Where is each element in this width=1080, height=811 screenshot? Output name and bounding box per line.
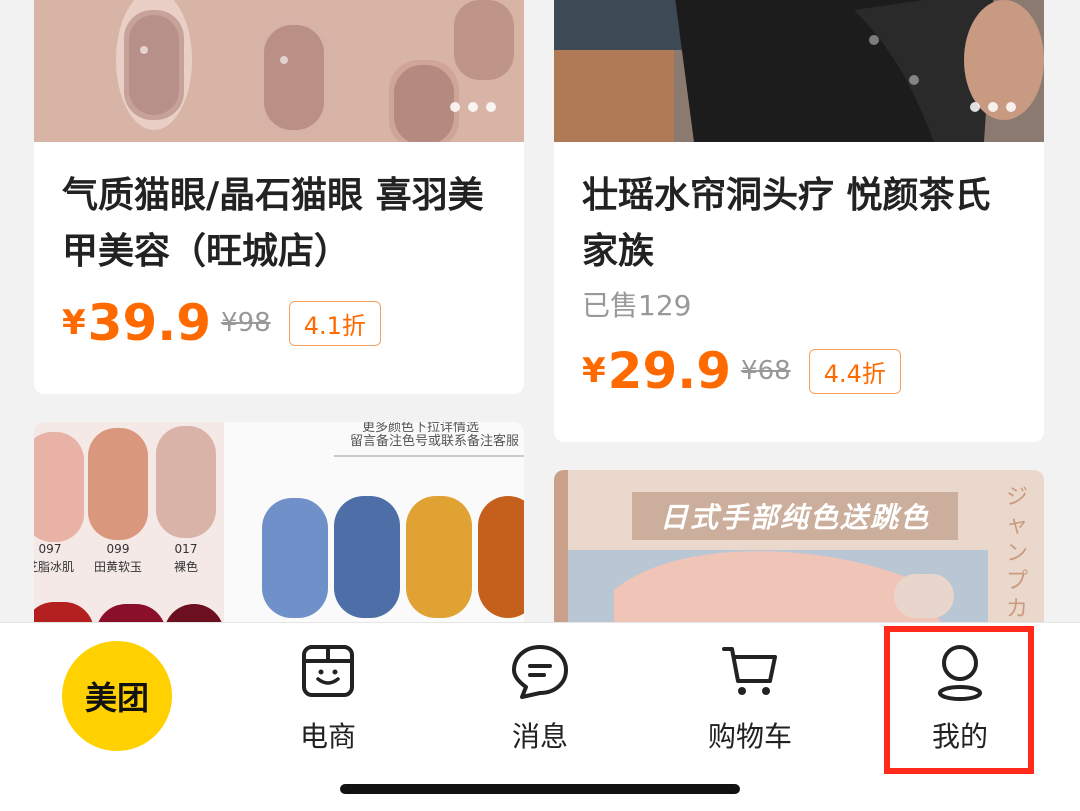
promo-banner: 日式手部纯色送跳色 — [632, 492, 958, 540]
product-card-3[interactable]: 更多颜色下拉详情选 留言备注色号或联系备注客服 097 芝脂冰肌 099 田黄软… — [34, 422, 524, 642]
product-title: 壮瑶水帘洞头疗 悦颜茶氏家族 — [582, 175, 991, 272]
swatch-photo — [34, 422, 524, 642]
sale-price: 29.9 — [607, 342, 732, 400]
carousel-dots — [450, 102, 496, 112]
product-title: 气质猫眼/晶石猫眼 喜羽美甲美容（旺城店） — [62, 175, 484, 272]
tab-label: 购物车 — [707, 720, 792, 753]
side-japanese-text: ジャンプカ — [1006, 485, 1029, 622]
product-card-1[interactable]: 气质猫眼/晶石猫眼 喜羽美甲美容（旺城店） ¥ 39.9 ¥98 4.1折 — [34, 0, 524, 394]
price-row: ¥ 39.9 ¥98 4.1折 — [62, 294, 381, 352]
currency-symbol: ¥ — [582, 351, 606, 391]
tab-label: 消息 — [511, 720, 568, 753]
tab-messages[interactable]: 消息 — [432, 623, 648, 783]
swatch-name-1: 芝脂冰肌 — [34, 560, 74, 574]
price-row: ¥ 29.9 ¥68 4.4折 — [582, 342, 901, 400]
carousel-dots — [970, 102, 1016, 112]
tab-home[interactable]: 美团 — [0, 623, 216, 783]
discount-badge: 4.1折 — [288, 300, 381, 346]
original-price: ¥68 — [741, 356, 791, 386]
swatch-code-1: 097 — [38, 542, 62, 556]
chat-bubble-icon — [512, 645, 568, 699]
hair-photo — [554, 0, 1044, 142]
box-smile-icon — [302, 645, 354, 697]
swatch-name-2: 田黄软玉 — [93, 560, 142, 574]
product-card-4[interactable]: 日式手部纯色送跳色 ジャンプカ — [554, 470, 1044, 642]
tab-label: 电商 — [299, 720, 356, 753]
meituan-logo[interactable]: 美团 — [62, 641, 172, 751]
nail-photo — [34, 0, 524, 142]
sale-price: 39.9 — [87, 294, 212, 352]
swatch-note-2: 留言备注色号或联系备注客服 — [350, 434, 520, 449]
product-image-1[interactable] — [34, 0, 524, 142]
swatch-code-3: 017 — [174, 542, 198, 556]
product-card-2[interactable]: 壮瑶水帘洞头疗 悦颜茶氏家族 已售129 ¥ 29.9 ¥68 4.4折 — [554, 0, 1044, 442]
currency-symbol: ¥ — [62, 303, 86, 343]
product-image-2[interactable] — [554, 0, 1044, 142]
sold-count: 已售129 — [582, 289, 692, 322]
tab-ecommerce[interactable]: 电商 — [220, 623, 436, 783]
tab-cart[interactable]: 购物车 — [642, 623, 858, 783]
profile-tab-highlight — [884, 626, 1034, 774]
cart-icon — [722, 647, 777, 695]
swatch-name-3: 裸色 — [173, 560, 198, 574]
swatch-code-2: 099 — [106, 542, 130, 556]
home-indicator[interactable] — [340, 784, 740, 794]
original-price: ¥98 — [221, 308, 271, 338]
discount-badge: 4.4折 — [808, 348, 901, 394]
